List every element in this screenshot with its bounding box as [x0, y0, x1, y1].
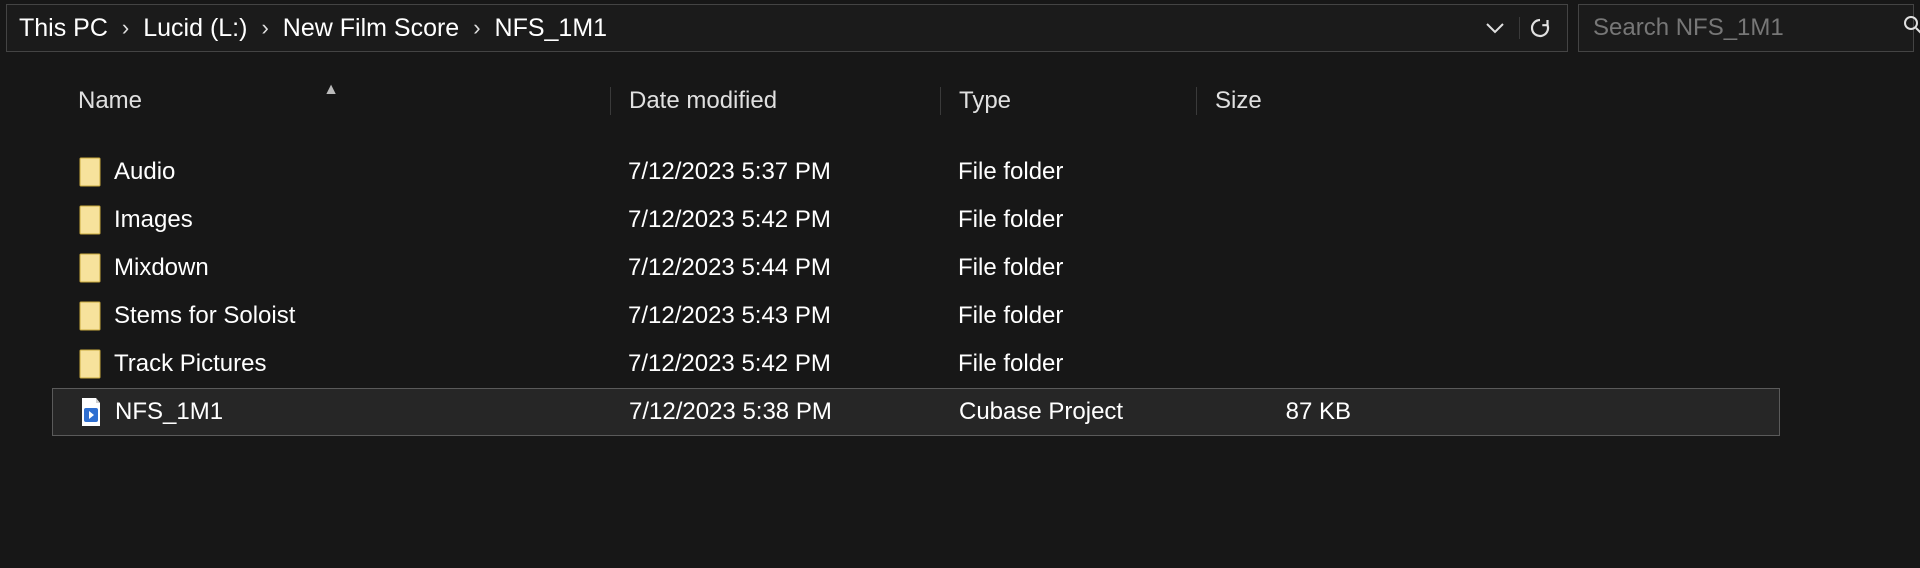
- file-type-cell: Cubase Project: [941, 398, 1197, 426]
- sort-indicator-icon: ▲: [323, 81, 339, 99]
- column-header-label: Date modified: [629, 87, 777, 114]
- column-header-size[interactable]: Size: [1196, 87, 1376, 115]
- breadcrumb-label: This PC: [19, 14, 108, 43]
- breadcrumb-item[interactable]: NFS_1M1: [491, 12, 612, 45]
- file-date-cell: 7/12/2023 5:37 PM: [610, 158, 940, 186]
- file-size-cell: 87 KB: [1197, 398, 1377, 426]
- refresh-button[interactable]: [1519, 17, 1559, 39]
- file-name-cell: Audio: [52, 157, 610, 187]
- folder-icon: [78, 205, 102, 235]
- file-name-cell: Stems for Soloist: [52, 301, 610, 331]
- breadcrumb-label: New Film Score: [283, 14, 459, 43]
- column-header-label: Name: [78, 87, 142, 114]
- breadcrumb-item[interactable]: This PC ›: [15, 12, 139, 45]
- file-name-cell: Mixdown: [52, 253, 610, 283]
- file-row[interactable]: Mixdown 7/12/2023 5:44 PMFile folder: [52, 244, 1780, 292]
- file-name: Track Pictures: [114, 350, 266, 378]
- chevron-right-icon: ›: [255, 15, 274, 41]
- column-header-date[interactable]: Date modified: [610, 87, 940, 115]
- file-type-cell: File folder: [940, 254, 1196, 282]
- file-row[interactable]: Stems for Soloist 7/12/2023 5:43 PMFile f…: [52, 292, 1780, 340]
- file-date-cell: 7/12/2023 5:44 PM: [610, 254, 940, 282]
- breadcrumb-label: NFS_1M1: [495, 14, 608, 43]
- chevron-right-icon: ›: [467, 15, 486, 41]
- column-header-label: Type: [959, 87, 1011, 114]
- column-headers: ▲ Name Date modified Type Size: [52, 72, 1780, 130]
- folder-icon: [78, 301, 102, 331]
- file-row[interactable]: Track Pictures 7/12/2023 5:42 PMFile fold…: [52, 340, 1780, 388]
- file-type-cell: File folder: [940, 302, 1196, 330]
- address-bar: This PC › Lucid (L:) › New Film Score › …: [0, 0, 1920, 52]
- breadcrumb[interactable]: This PC › Lucid (L:) › New Film Score › …: [6, 4, 1568, 52]
- breadcrumb-label: Lucid (L:): [143, 14, 247, 43]
- column-header-type[interactable]: Type: [940, 87, 1196, 115]
- file-name: Audio: [114, 158, 175, 186]
- column-header-name[interactable]: ▲ Name: [52, 87, 610, 115]
- file-date-cell: 7/12/2023 5:43 PM: [610, 302, 940, 330]
- file-row[interactable]: NFS_1M1 7/12/2023 5:38 PMCubase Project87…: [52, 388, 1780, 436]
- file-date-cell: 7/12/2023 5:42 PM: [610, 350, 940, 378]
- file-list-body: Audio7/12/2023 5:37 PMFile folderImages7…: [52, 130, 1780, 436]
- file-name: Mixdown: [114, 254, 209, 282]
- chevron-right-icon: ›: [116, 15, 135, 41]
- file-name-cell: Images: [52, 205, 610, 235]
- file-type-cell: File folder: [940, 158, 1196, 186]
- search-input[interactable]: [1593, 14, 1903, 42]
- folder-icon: [78, 157, 102, 187]
- file-name: Stems for Soloist: [114, 302, 295, 330]
- file-name: Images: [114, 206, 193, 234]
- history-dropdown-button[interactable]: [1475, 22, 1515, 34]
- search-icon: [1903, 15, 1920, 41]
- file-row[interactable]: Audio 7/12/2023 5:37 PMFile folder: [52, 148, 1780, 196]
- search-box[interactable]: [1578, 4, 1914, 52]
- column-header-label: Size: [1215, 87, 1262, 114]
- breadcrumb-item[interactable]: New Film Score ›: [279, 12, 491, 45]
- folder-icon: [78, 253, 102, 283]
- file-name-cell: Track Pictures: [52, 349, 610, 379]
- file-date-cell: 7/12/2023 5:38 PM: [611, 398, 941, 426]
- cubase-file-icon: [79, 397, 103, 427]
- file-row[interactable]: Images 7/12/2023 5:42 PMFile folder: [52, 196, 1780, 244]
- folder-icon: [78, 349, 102, 379]
- breadcrumb-item[interactable]: Lucid (L:) ›: [139, 12, 279, 45]
- file-type-cell: File folder: [940, 350, 1196, 378]
- file-list: ▲ Name Date modified Type Size Audio 7/12…: [52, 72, 1780, 558]
- file-name-cell: NFS_1M1: [53, 397, 611, 427]
- file-type-cell: File folder: [940, 206, 1196, 234]
- file-date-cell: 7/12/2023 5:42 PM: [610, 206, 940, 234]
- file-name: NFS_1M1: [115, 398, 223, 426]
